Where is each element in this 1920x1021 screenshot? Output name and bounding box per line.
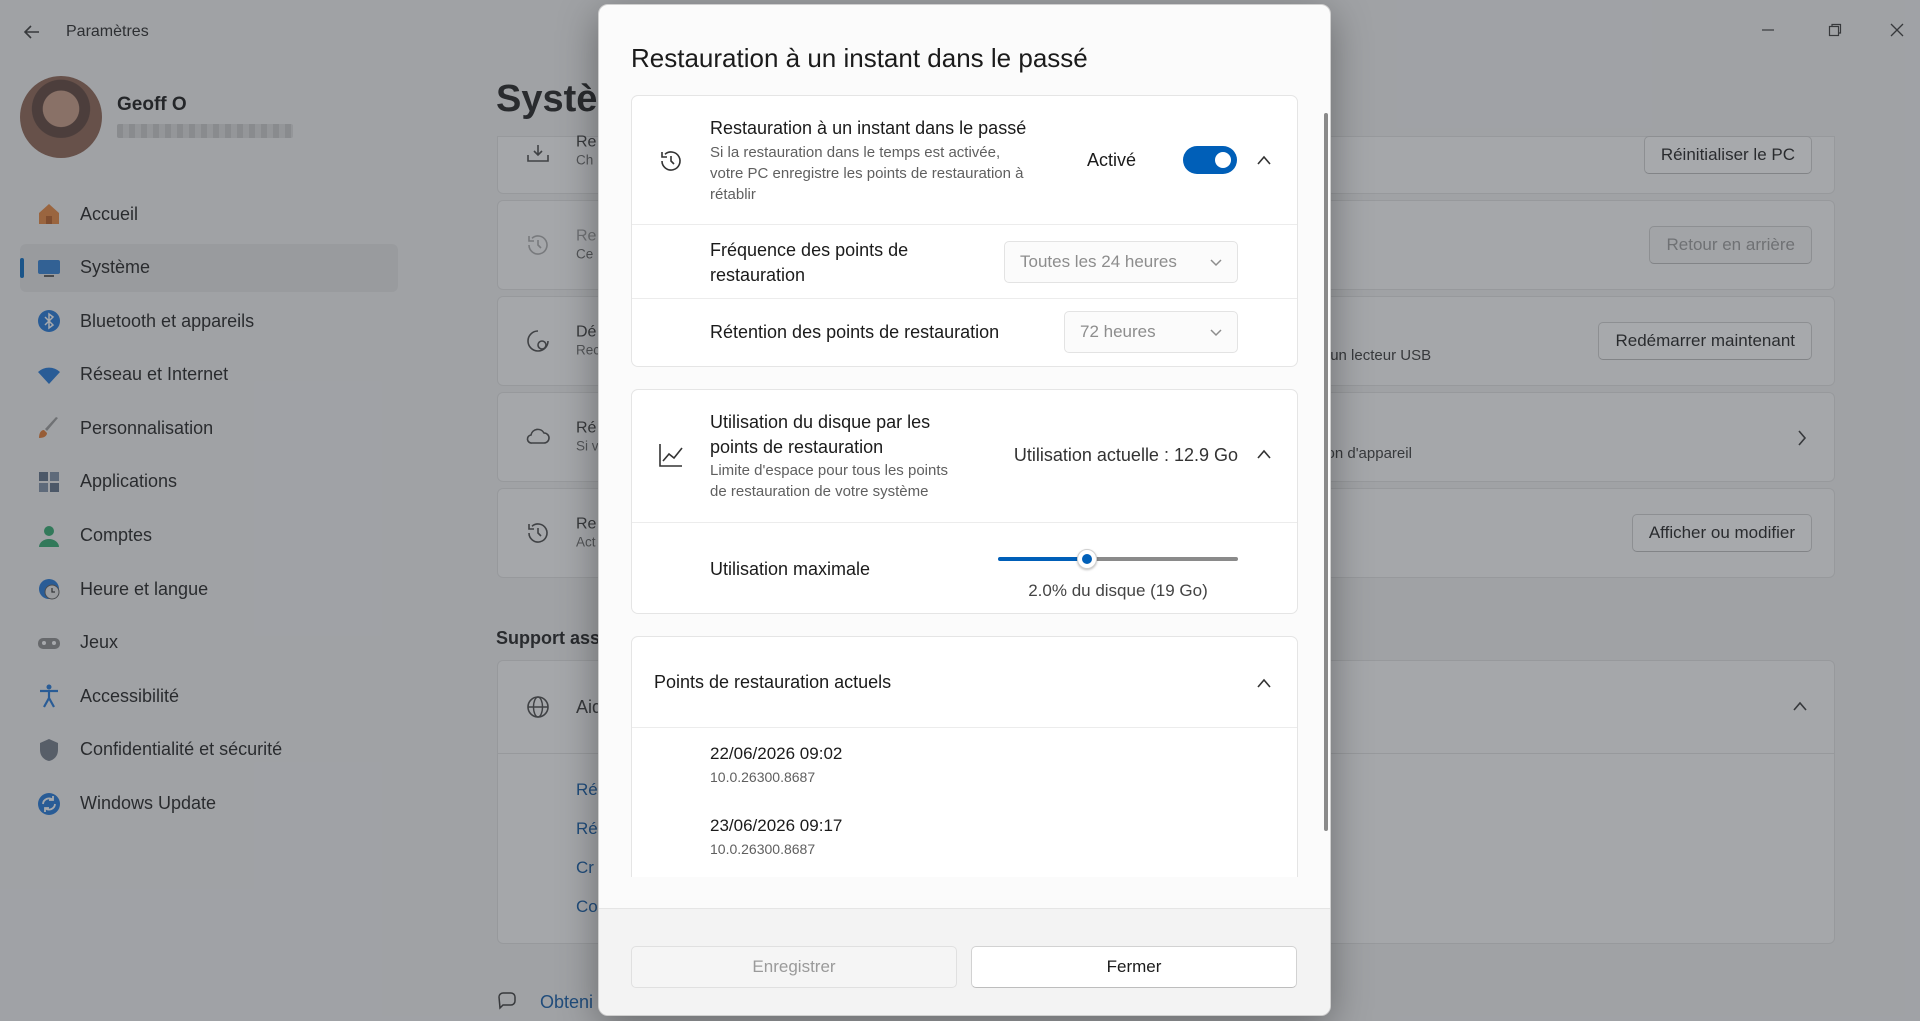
disk-usage-group: Utilisation du disque par les points de … bbox=[631, 389, 1298, 614]
chevron-down-icon bbox=[1210, 259, 1222, 267]
slider-track bbox=[1093, 557, 1238, 561]
restore-description-line: Si la restauration dans le temps est act… bbox=[710, 144, 1001, 161]
restore-point-date: 23/06/2026 09:17 bbox=[710, 816, 843, 835]
chevron-up-icon[interactable] bbox=[1256, 446, 1272, 462]
restore-description-line: rétablir bbox=[710, 186, 756, 203]
retention-row: Rétention des points de restauration 72 … bbox=[632, 298, 1297, 366]
dialog-body: Restauration à un instant dans le passé … bbox=[599, 85, 1330, 877]
dialog-scrollbar[interactable] bbox=[1324, 113, 1328, 831]
restore-points-title: Points de restauration actuels bbox=[654, 672, 892, 692]
close-button[interactable]: Fermer bbox=[971, 946, 1297, 988]
toggle-knob bbox=[1215, 152, 1231, 168]
chart-line-icon bbox=[656, 440, 686, 470]
restore-settings-group: Restauration à un instant dans le passé … bbox=[631, 95, 1298, 367]
toggle-status-label: Activé bbox=[1087, 150, 1137, 170]
max-usage-slider[interactable] bbox=[998, 547, 1238, 571]
frequency-label: restauration bbox=[710, 265, 806, 285]
disk-usage-description: de restauration de votre système bbox=[710, 483, 929, 500]
slider-thumb[interactable] bbox=[1077, 549, 1097, 569]
max-usage-row: Utilisation maximale 2.0% du disque (19 … bbox=[632, 522, 1297, 614]
disk-usage-description: Limite d'espace pour tous les points bbox=[710, 462, 949, 479]
frequency-value: Toutes les 24 heures bbox=[1020, 252, 1177, 271]
frequency-dropdown[interactable]: Toutes les 24 heures bbox=[1004, 241, 1238, 283]
restore-title: Restauration à un instant dans le passé bbox=[710, 118, 1027, 138]
chevron-up-icon[interactable] bbox=[1256, 675, 1272, 691]
restore-points-header: Points de restauration actuels bbox=[632, 637, 1297, 727]
slider-fill bbox=[998, 557, 1081, 561]
max-usage-caption: 2.0% du disque (19 Go) bbox=[1028, 581, 1208, 600]
disk-usage-title: points de restauration bbox=[710, 437, 884, 457]
restore-points-list: 22/06/2026 09:02 10.0.26300.8687 23/06/2… bbox=[632, 727, 1297, 877]
chevron-down-icon bbox=[1210, 329, 1222, 337]
restore-toggle-row: Restauration à un instant dans le passé … bbox=[632, 96, 1297, 224]
disk-usage-row: Utilisation du disque par les points de … bbox=[632, 390, 1297, 522]
chevron-up-icon[interactable] bbox=[1256, 152, 1272, 168]
frequency-label: Fréquence des points de bbox=[710, 240, 909, 260]
restore-description-line: votre PC enregistre les points de restau… bbox=[710, 165, 1024, 182]
history-icon bbox=[656, 146, 686, 176]
retention-dropdown[interactable]: 72 heures bbox=[1064, 311, 1238, 353]
restore-points-group: Points de restauration actuels 22/06/202… bbox=[631, 636, 1298, 877]
restore-toggle[interactable] bbox=[1183, 146, 1237, 174]
restore-point-date: 22/06/2026 09:02 bbox=[710, 744, 843, 763]
save-button[interactable]: Enregistrer bbox=[631, 946, 957, 988]
restore-point-version: 10.0.26300.8687 bbox=[710, 769, 816, 785]
retention-label: Rétention des points de restauration bbox=[710, 322, 1000, 342]
retention-value: 72 heures bbox=[1080, 322, 1156, 341]
disk-usage-title: Utilisation du disque par les bbox=[710, 412, 931, 432]
dialog-footer: Enregistrer Fermer bbox=[599, 908, 1330, 1015]
max-usage-label: Utilisation maximale bbox=[710, 559, 871, 579]
frequency-row: Fréquence des points de restauration Tou… bbox=[632, 224, 1297, 298]
current-usage: Utilisation actuelle : 12.9 Go bbox=[1013, 445, 1238, 465]
restore-dialog: Restauration à un instant dans le passé … bbox=[598, 4, 1331, 1016]
dialog-title: Restauration à un instant dans le passé bbox=[631, 43, 1088, 73]
restore-point-version: 10.0.26300.8687 bbox=[710, 841, 816, 857]
